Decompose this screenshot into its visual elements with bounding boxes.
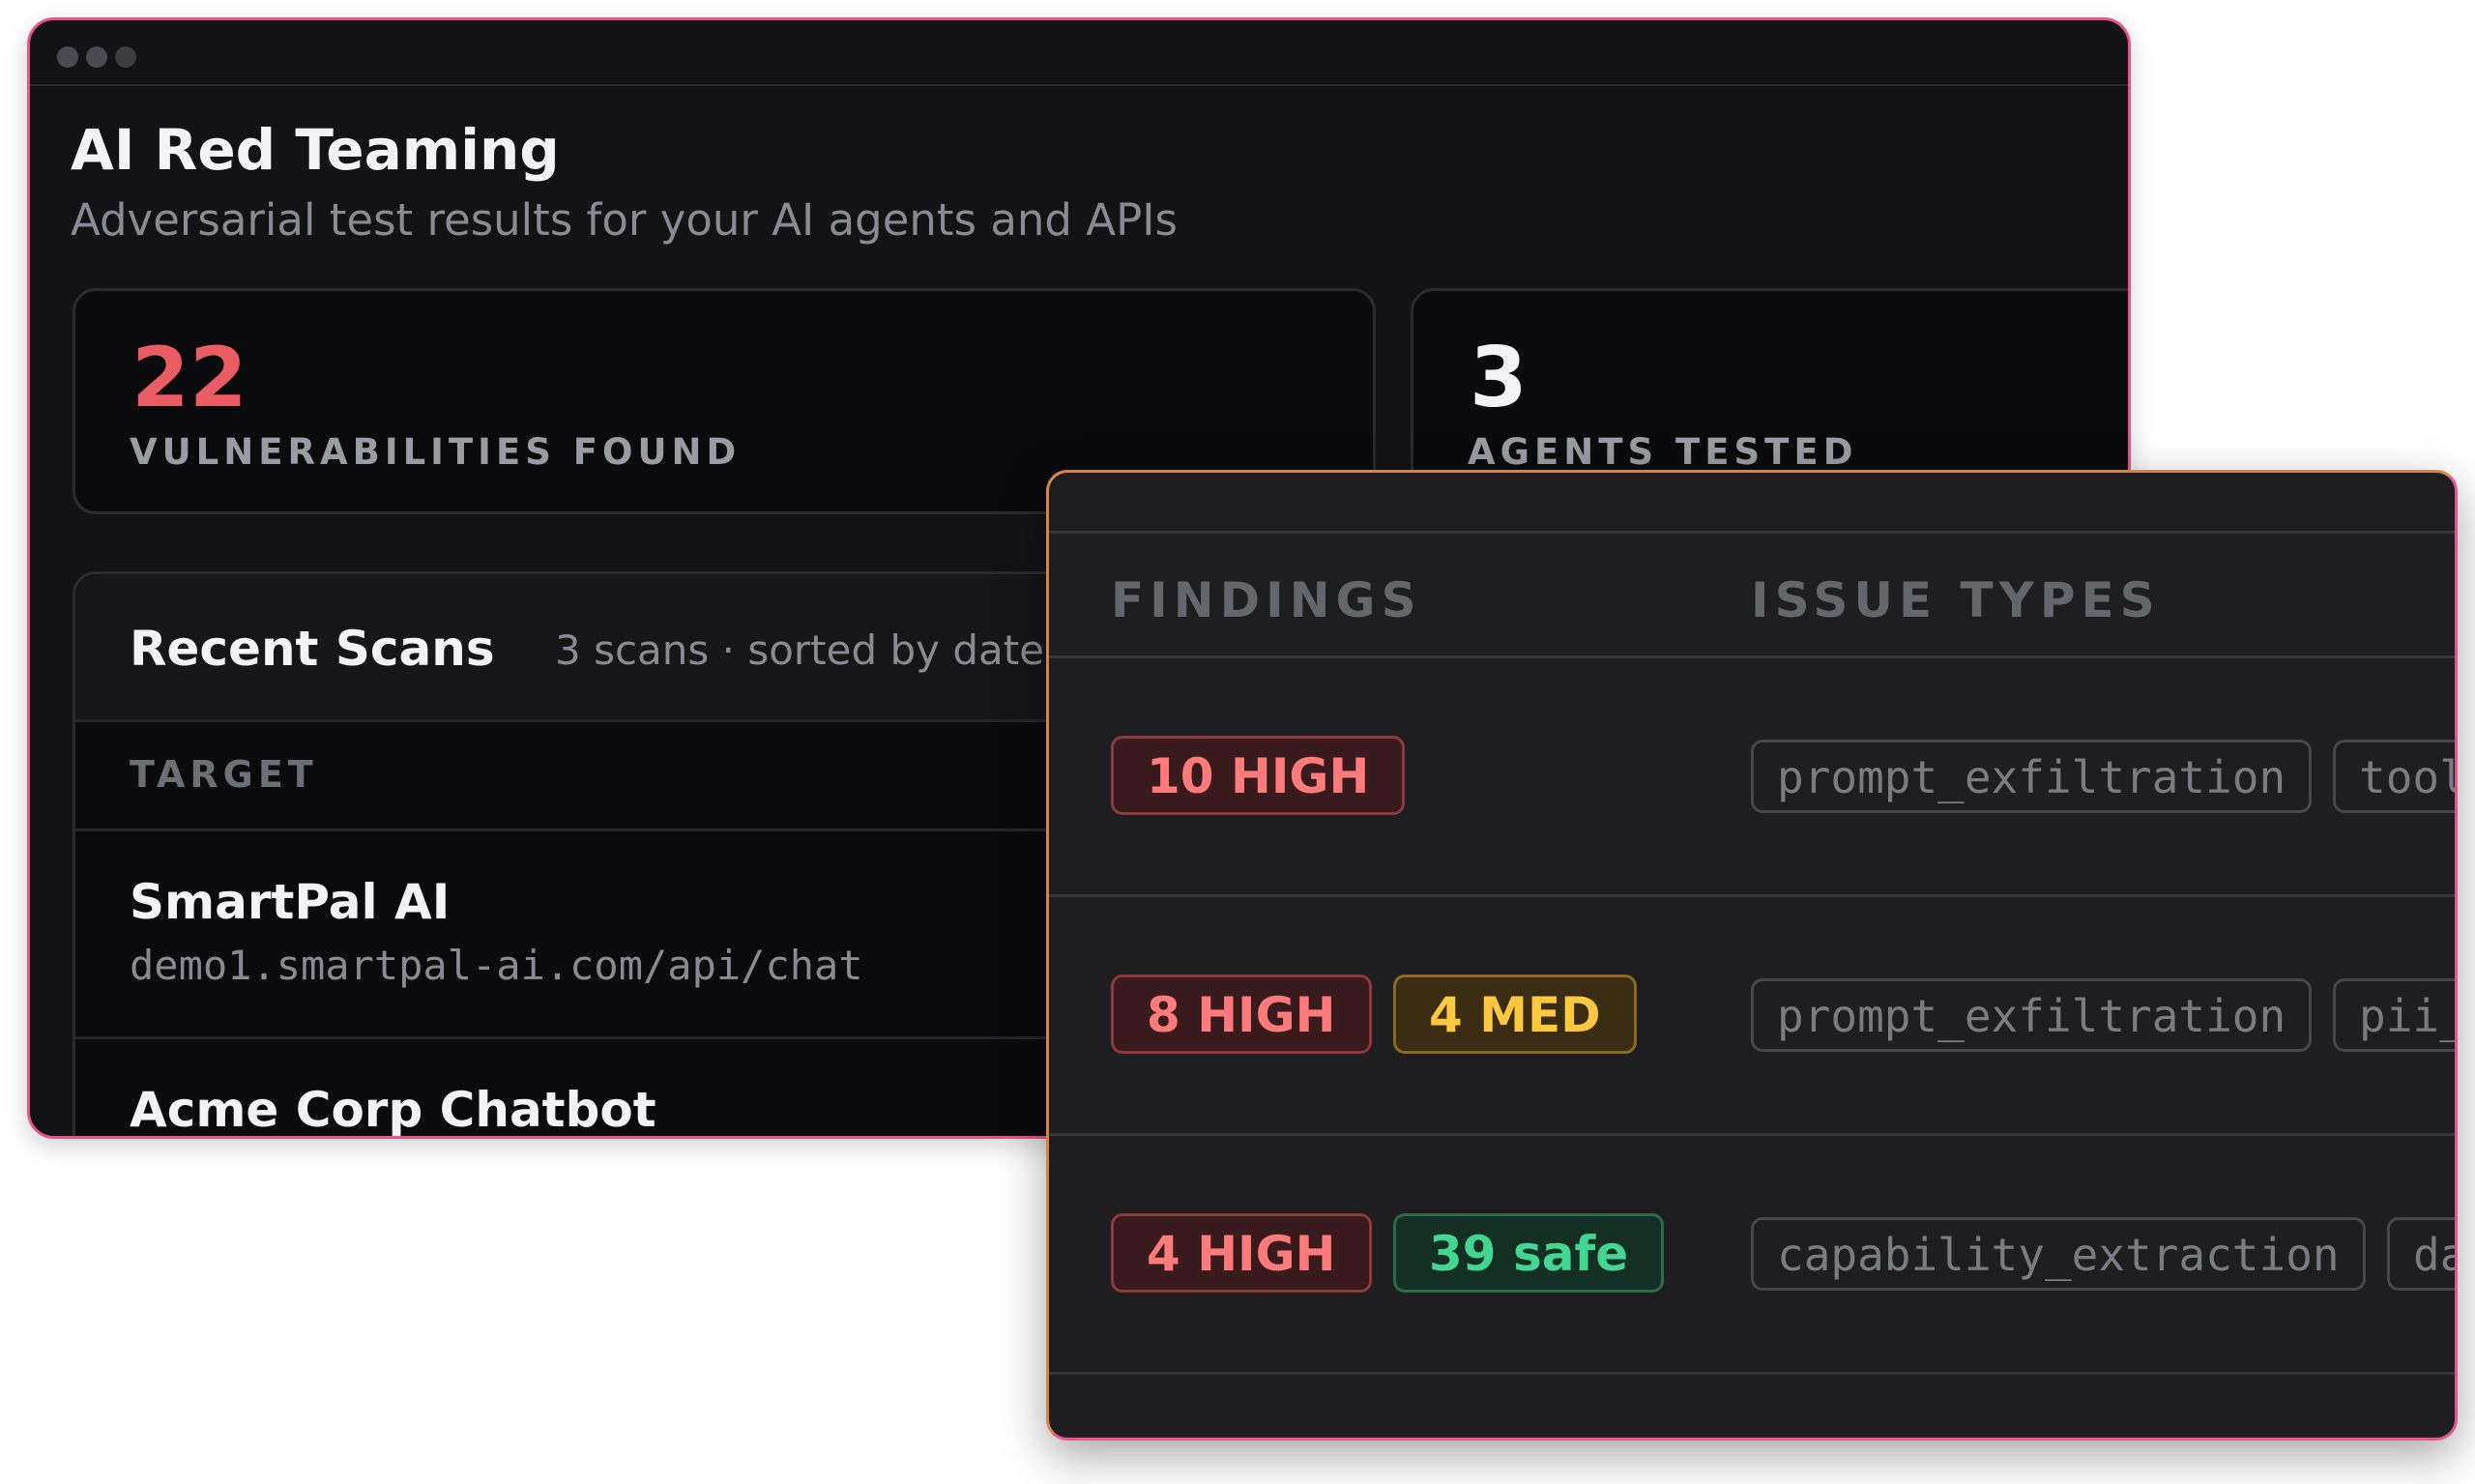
findings-column-header: FINDINGS ISSUE TYPES (1049, 534, 2455, 658)
window-titlebar (30, 20, 2128, 86)
issue-type-tag: tool (2333, 740, 2455, 813)
stat-value-agents: 3 (1470, 330, 1528, 426)
recent-scans-meta: 3 scans · sorted by date (555, 626, 1045, 674)
scan-target-url: demo1.smartpal-ai.com/api/chat (130, 942, 863, 989)
page-title: AI Red Teaming (71, 117, 560, 183)
recent-scans-title: Recent Scans (130, 621, 495, 677)
stat-label-vulnerabilities: VULNERABILITIES FOUND (130, 431, 742, 473)
scan-target-name: Acme Corp Chatbot (130, 1082, 656, 1138)
stat-label-agents: AGENTS TESTED (1468, 431, 1858, 473)
severity-badge-high: 4 HIGH (1111, 1213, 1372, 1293)
severity-badge-med: 4 MED (1393, 975, 1637, 1054)
column-header-target[interactable]: TARGET (130, 753, 318, 796)
findings-window: FINDINGS ISSUE TYPES 10 HIGH prompt_exfi… (1046, 470, 2458, 1440)
issue-type-tag: prompt_exfiltration (1751, 978, 2313, 1052)
issue-type-tag: da (2387, 1217, 2455, 1291)
severity-badge-high: 10 HIGH (1111, 736, 1406, 815)
window-zoom-button[interactable] (115, 46, 136, 68)
severity-badge-safe: 39 safe (1393, 1213, 1665, 1293)
issue-type-tag: pii_ (2333, 978, 2455, 1052)
issue-type-tag: prompt_exfiltration (1751, 740, 2313, 813)
stat-value-vulnerabilities: 22 (131, 330, 248, 426)
column-header-issue-types[interactable]: ISSUE TYPES (1751, 572, 2161, 628)
issue-type-tag: capability_extraction (1751, 1217, 2366, 1291)
column-header-findings[interactable]: FINDINGS (1111, 572, 1422, 628)
findings-row[interactable]: 8 HIGH 4 MED prompt_exfiltration pii_ (1049, 897, 2455, 1136)
findings-row[interactable]: 4 HIGH 39 safe capability_extraction da (1049, 1136, 2455, 1375)
severity-badge-high: 8 HIGH (1111, 975, 1372, 1054)
page-subtitle: Adversarial test results for your AI age… (71, 194, 1178, 246)
findings-window-topbar (1049, 473, 2455, 534)
scan-target-name: SmartPal AI (130, 874, 451, 930)
window-close-button[interactable] (57, 46, 78, 68)
findings-row[interactable]: 10 HIGH prompt_exfiltration tool (1049, 658, 2455, 897)
window-minimize-button[interactable] (86, 46, 107, 68)
